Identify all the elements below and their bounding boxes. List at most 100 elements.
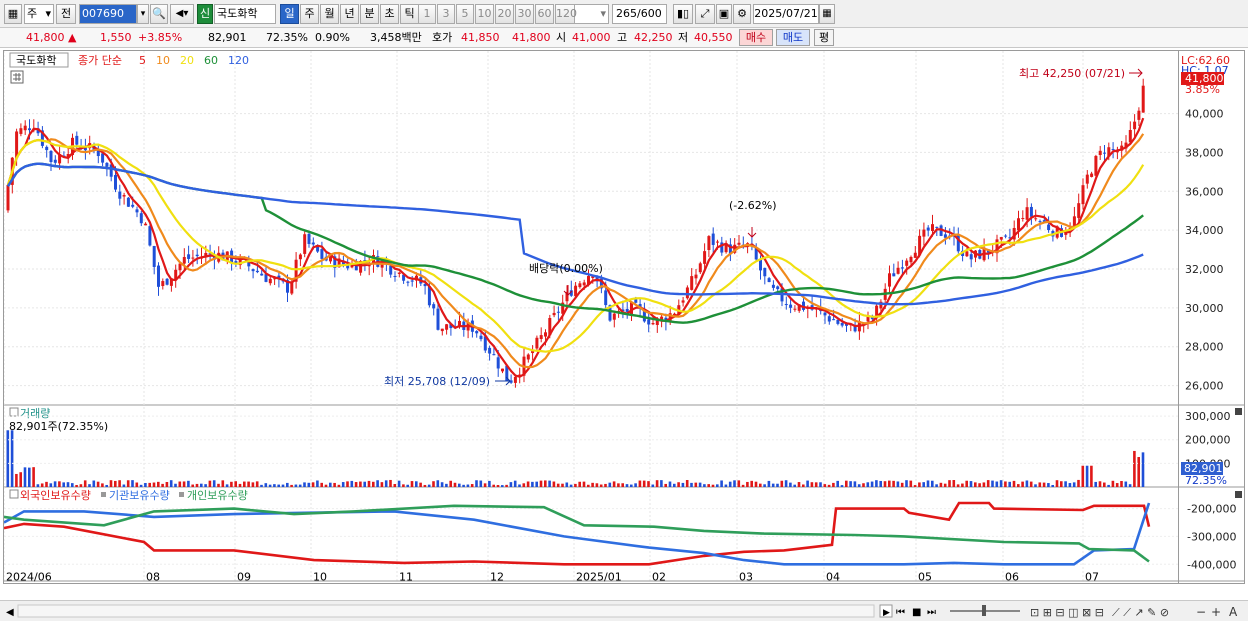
interval-button-30[interactable]: 30 — [515, 4, 534, 24]
volume-bar — [49, 483, 53, 487]
calendar-icon[interactable]: ▦ — [819, 4, 835, 24]
holding-panel-icon — [9, 489, 19, 499]
interval-button-3[interactable]: 3 — [437, 4, 455, 24]
interval-button-120[interactable]: 120 — [555, 4, 577, 24]
candle-down — [634, 299, 638, 303]
candle-down — [771, 284, 775, 288]
interval-button-20[interactable]: 20 — [495, 4, 514, 24]
layout-tools-icon[interactable]: ⊡ ⊞ ⊟ ◫ ⊠ ⊟ — [1030, 606, 1104, 619]
gear-icon[interactable]: ⚙ — [733, 4, 751, 24]
candle-down — [139, 213, 143, 224]
interval-button-60[interactable]: 60 — [535, 4, 554, 24]
volume-bar — [28, 467, 31, 487]
volume-bar — [741, 484, 745, 487]
interval-button-5[interactable]: 5 — [456, 4, 474, 24]
font-size-icon[interactable]: A — [1229, 605, 1238, 619]
volume-bar — [118, 480, 121, 487]
code-dropdown-icon[interactable]: ▾ — [137, 4, 149, 24]
volume-bar — [475, 480, 478, 487]
period-button-4[interactable]: 분 — [360, 4, 379, 24]
chart-tools-icon[interactable]: ⤢ — [695, 4, 715, 24]
candle-up — [122, 195, 126, 197]
period-button-6[interactable]: 틱 — [400, 4, 419, 24]
period-button-0[interactable]: 일 — [280, 4, 299, 24]
x-axis-label: 09 — [237, 571, 251, 584]
volume-bar — [552, 481, 556, 487]
volume-bar — [1064, 481, 1067, 487]
candle-down — [53, 159, 57, 163]
volume-bar — [655, 480, 659, 487]
volume-bar — [685, 480, 689, 487]
period-button-2[interactable]: 월 — [320, 4, 339, 24]
volume-bar — [1072, 482, 1076, 487]
date-field[interactable]: 2025/07/21 — [753, 4, 819, 24]
low-price: 40,550 — [694, 31, 733, 44]
save-icon[interactable]: ▣ — [716, 4, 732, 24]
volume-bar — [599, 484, 603, 487]
evaluation-button[interactable]: 평 — [814, 29, 834, 46]
candle-down — [311, 242, 315, 245]
price-tick-label: 36,000 — [1185, 185, 1224, 198]
volume-bar — [36, 484, 40, 487]
volume-bar — [135, 482, 139, 487]
chart-area[interactable]: 국도화학 종가 단순 5 10 20 60 120 최고 42,250 (07/21) 최저 2… — [3, 50, 1180, 585]
candle-up — [1025, 207, 1029, 220]
x-axis-label: 2025/01 — [576, 571, 622, 584]
search-icon[interactable]: 🔍 — [150, 4, 168, 24]
first-page-icon[interactable]: ⏮ — [896, 607, 905, 618]
stop-icon[interactable]: ■ — [912, 607, 921, 618]
candle-up — [922, 229, 926, 237]
candle-down — [475, 331, 479, 334]
last-page-icon[interactable]: ⏭ — [927, 607, 936, 618]
new-badge-label: 신 — [199, 7, 211, 20]
volume-bar — [1004, 481, 1007, 487]
sell-button[interactable]: 매도 — [776, 29, 810, 46]
draw-tools-icon[interactable]: ⟋ ⟋ ↗ ✎ ⊘ — [1112, 606, 1169, 619]
volume-bar — [617, 483, 620, 487]
zoom-in-icon[interactable]: + — [1211, 605, 1221, 619]
volume-bar — [707, 484, 710, 487]
volume-bar — [320, 482, 323, 487]
volume-bar — [935, 484, 938, 487]
candle-type-icon[interactable]: ▮▯ — [673, 4, 693, 24]
candle-down — [1103, 152, 1106, 154]
chart-svg[interactable]: 국도화학 종가 단순 5 10 20 60 120 최고 42,250 (07/21) 최저 2… — [3, 51, 1180, 585]
candle-down — [126, 197, 130, 207]
volume-bar — [724, 484, 728, 487]
scroll-left-icon[interactable]: ◀ — [6, 607, 14, 618]
window-menu-icon[interactable]: ▦ — [4, 4, 22, 24]
buy-button[interactable]: 매수 — [739, 29, 773, 46]
candle-up — [552, 312, 556, 316]
candle-up — [888, 273, 891, 287]
volume-bar — [526, 481, 530, 487]
candle-up — [535, 337, 539, 349]
volume-bar — [341, 482, 345, 487]
interval-button-10[interactable]: 10 — [475, 4, 494, 24]
volume-bar — [866, 482, 870, 487]
period-button-3[interactable]: 년 — [340, 4, 359, 24]
volume-bar — [711, 484, 715, 487]
volume-bar — [148, 482, 151, 487]
zoom-out-icon[interactable]: − — [1196, 605, 1206, 619]
prev-toggle-button[interactable]: 전 — [56, 4, 76, 24]
horizontal-scrollbar[interactable] — [17, 604, 875, 618]
speaker-icon[interactable]: ◀▾ — [170, 4, 194, 24]
candle-up — [526, 354, 530, 360]
interval-button-1[interactable]: 1 — [418, 4, 436, 24]
candle-down — [823, 312, 827, 316]
volume-bar — [849, 481, 852, 487]
market-select[interactable]: 주 ▾ — [24, 4, 54, 24]
volume-bar — [535, 481, 538, 487]
candle-up — [651, 323, 655, 325]
bar-count-field[interactable]: 265/600 — [612, 4, 667, 24]
candle-down — [28, 128, 31, 131]
stock-code-input[interactable]: 007690 — [79, 4, 137, 24]
period-button-1[interactable]: 주 — [300, 4, 319, 24]
chevron-down-icon: ▾ — [600, 7, 606, 20]
zoom-slider-thumb[interactable] — [982, 605, 986, 616]
candle-down — [1004, 235, 1008, 237]
volume-bar — [225, 484, 229, 487]
volume-bar — [974, 482, 977, 487]
volume-bar — [380, 482, 384, 487]
period-button-5[interactable]: 초 — [380, 4, 399, 24]
